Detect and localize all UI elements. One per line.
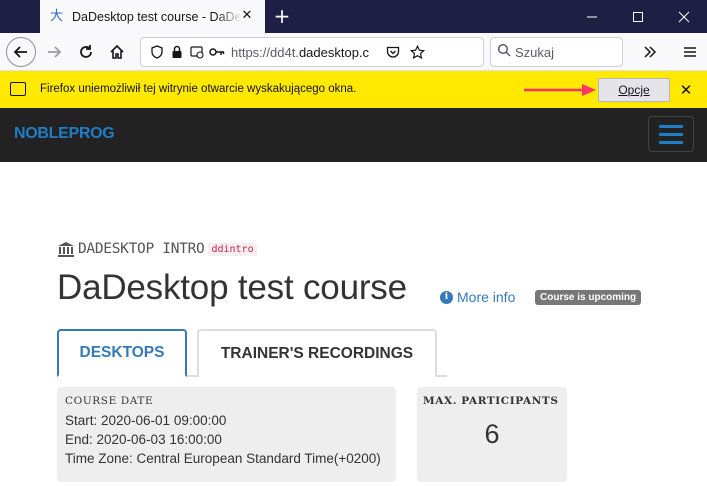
popup-blocked-notification: Firefox uniemożliwił tej witrynie otwarc… — [0, 71, 707, 108]
search-icon — [497, 43, 511, 62]
course-end: End: 2020-06-03 16:00:00 — [65, 432, 222, 447]
course-category: DADESKTOP INTRO ddintro — [57, 239, 257, 259]
page-title: DaDesktop test course — [57, 268, 407, 307]
maximize-icon[interactable] — [615, 0, 661, 33]
overflow-icon[interactable] — [636, 38, 664, 66]
forward-icon[interactable] — [40, 38, 68, 66]
notification-message: Firefox uniemożliwił tej witrynie otwarc… — [40, 83, 357, 95]
close-tab-icon[interactable]: ✕ — [239, 8, 255, 24]
blocked-popup-icon[interactable] — [187, 42, 207, 62]
minimize-icon[interactable] — [569, 0, 615, 33]
info-icon: i — [440, 290, 453, 304]
window-close-icon[interactable] — [661, 0, 707, 33]
course-code: ddintro — [208, 242, 257, 256]
institution-icon — [58, 242, 74, 257]
reload-icon[interactable] — [72, 38, 100, 66]
back-icon[interactable] — [6, 37, 36, 67]
shield-icon[interactable] — [147, 42, 167, 62]
site-logo[interactable]: NOBLEPROG — [14, 125, 115, 143]
search-input[interactable] — [515, 44, 610, 60]
search-bar[interactable] — [490, 37, 623, 67]
tab-desktops[interactable]: DESKTOPS — [57, 329, 187, 377]
max-participants-value: 6 — [484, 419, 500, 449]
navigation-toolbar: https://dd4t.dadesktop.c — [0, 33, 707, 71]
tab-title: DaDesktop test course - DaDesktop — [72, 9, 242, 24]
new-tab-icon[interactable]: + — [272, 5, 292, 27]
max-participants-label: MAX. PARTICIPANTS — [423, 395, 559, 407]
lock-icon[interactable] — [167, 42, 187, 62]
bookmark-star-icon[interactable] — [407, 42, 427, 62]
popup-blocked-icon — [10, 82, 26, 96]
url-text[interactable]: https://dd4t.dadesktop.c — [231, 45, 381, 60]
course-start: Start: 2020-06-01 09:00:00 — [65, 413, 227, 428]
course-date-card: COURSE DATE Start: 2020-06-01 09:00:00 E… — [57, 387, 396, 482]
category-label: DADESKTOP INTRO — [78, 241, 205, 257]
close-notification-icon[interactable]: ✕ — [677, 81, 695, 99]
browser-tab[interactable]: 大 DaDesktop test course - DaDesktop ✕ — [40, 0, 265, 33]
red-arrow-annotation — [524, 84, 596, 96]
tab-strip: 大 DaDesktop test course - DaDesktop ✕ + — [0, 0, 707, 33]
status-badge: Course is upcoming — [535, 290, 642, 305]
site-header: NOBLEPROG — [0, 108, 707, 162]
more-info-link[interactable]: i More info — [440, 289, 515, 305]
key-icon[interactable] — [207, 42, 227, 62]
options-button[interactable]: Opcje — [598, 78, 670, 102]
url-bar[interactable]: https://dd4t.dadesktop.c — [140, 37, 484, 67]
pocket-icon[interactable] — [383, 42, 403, 62]
course-date-label: COURSE DATE — [65, 395, 154, 407]
menu-icon[interactable] — [676, 38, 704, 66]
home-icon[interactable] — [103, 38, 131, 66]
tab-trainers-recordings[interactable]: TRAINER'S RECORDINGS — [197, 329, 437, 377]
course-tabs: DESKTOPS TRAINER'S RECORDINGS — [57, 329, 447, 377]
hamburger-menu-button[interactable] — [648, 116, 694, 152]
course-timezone: Time Zone: Central European Standard Tim… — [65, 451, 381, 466]
kanji-favicon-icon: 大 — [50, 8, 64, 24]
max-participants-card: MAX. PARTICIPANTS 6 — [417, 387, 567, 482]
